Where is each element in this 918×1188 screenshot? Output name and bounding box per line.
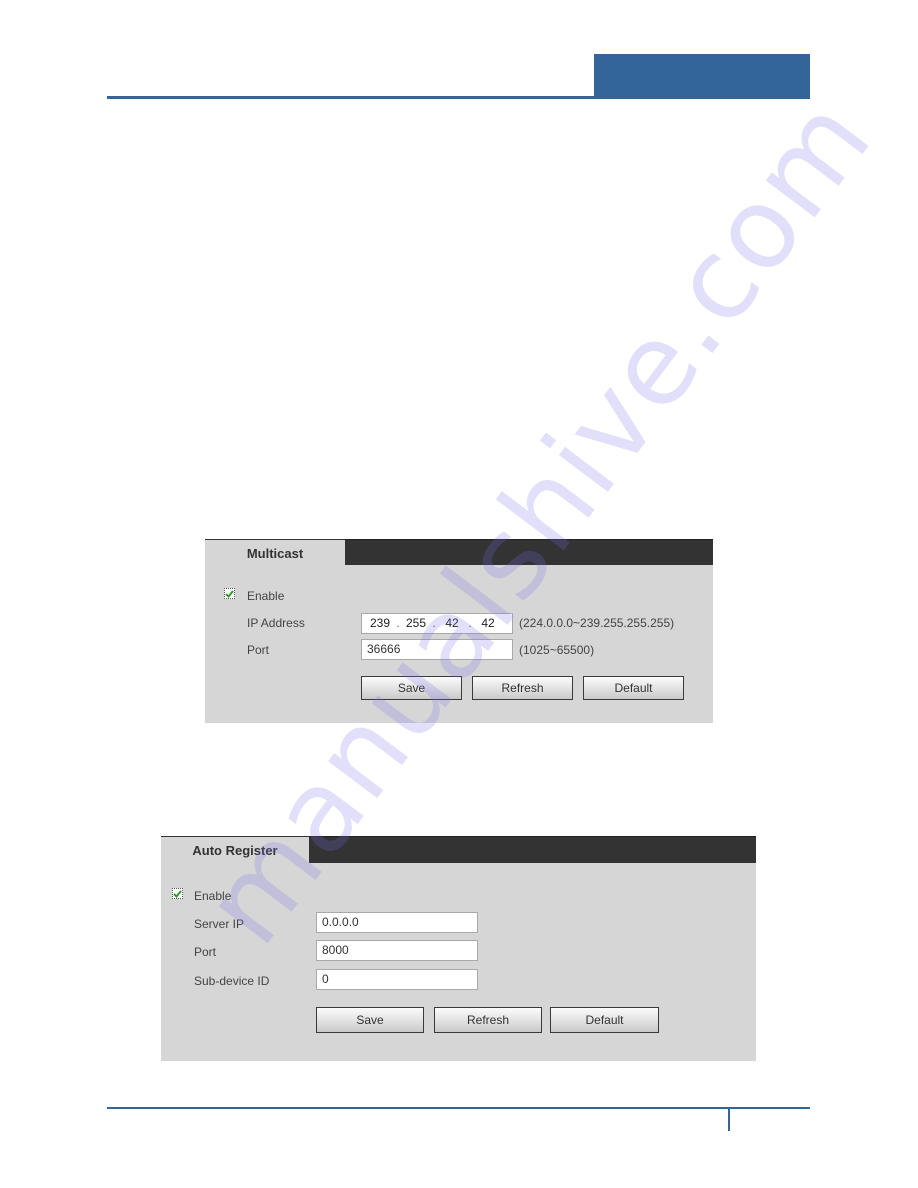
server-ip-label: Server IP <box>194 917 245 931</box>
ip-octet-1[interactable]: 239 <box>366 616 394 631</box>
footer-page-divider <box>728 1109 730 1131</box>
ip-separator: . <box>432 616 436 630</box>
auto-register-default-button[interactable]: Default <box>550 1007 659 1033</box>
multicast-panel: Multicast Enable IP Address 239 . 255 . … <box>205 539 713 723</box>
multicast-port-range-hint: (1025~65500) <box>519 643 595 657</box>
auto-register-enable-checkbox[interactable] <box>172 888 183 899</box>
auto-register-port-label: Port <box>194 945 217 959</box>
auto-register-refresh-button[interactable]: Refresh <box>434 1007 542 1033</box>
ip-octet-2[interactable]: 255 <box>402 616 430 631</box>
multicast-tab[interactable]: Multicast <box>205 539 345 565</box>
multicast-port-input[interactable]: 36666 <box>361 639 513 660</box>
sub-device-id-label: Sub-device ID <box>194 974 270 988</box>
multicast-enable-checkbox[interactable] <box>224 588 235 599</box>
server-ip-input[interactable]: 0.0.0.0 <box>316 912 478 933</box>
checkmark-icon <box>225 589 234 598</box>
multicast-save-button[interactable]: Save <box>361 676 462 700</box>
auto-register-enable-label: Enable <box>194 889 232 903</box>
auto-register-panel: Auto Register Enable Server IP 0.0.0.0 P… <box>161 836 756 1061</box>
multicast-port-label: Port <box>247 643 270 657</box>
auto-register-port-input[interactable]: 8000 <box>316 940 478 961</box>
auto-register-tab[interactable]: Auto Register <box>161 836 309 863</box>
auto-register-save-button[interactable]: Save <box>316 1007 424 1033</box>
sub-device-id-input[interactable]: 0 <box>316 969 478 990</box>
ip-octet-4[interactable]: 42 <box>474 616 502 631</box>
ip-separator: . <box>468 616 472 630</box>
header-block <box>594 54 810 99</box>
checkmark-icon <box>173 889 182 898</box>
multicast-ip-label: IP Address <box>247 616 305 630</box>
multicast-default-button[interactable]: Default <box>583 676 684 700</box>
multicast-ip-range-hint: (224.0.0.0~239.255.255.255) <box>519 616 675 630</box>
header-rule <box>107 96 594 99</box>
ip-separator: . <box>396 616 400 630</box>
multicast-refresh-button[interactable]: Refresh <box>472 676 573 700</box>
footer-rule <box>107 1107 810 1109</box>
multicast-enable-label: Enable <box>247 589 285 603</box>
ip-octet-3[interactable]: 42 <box>438 616 466 631</box>
multicast-ip-input[interactable]: 239 . 255 . 42 . 42 <box>361 613 513 634</box>
